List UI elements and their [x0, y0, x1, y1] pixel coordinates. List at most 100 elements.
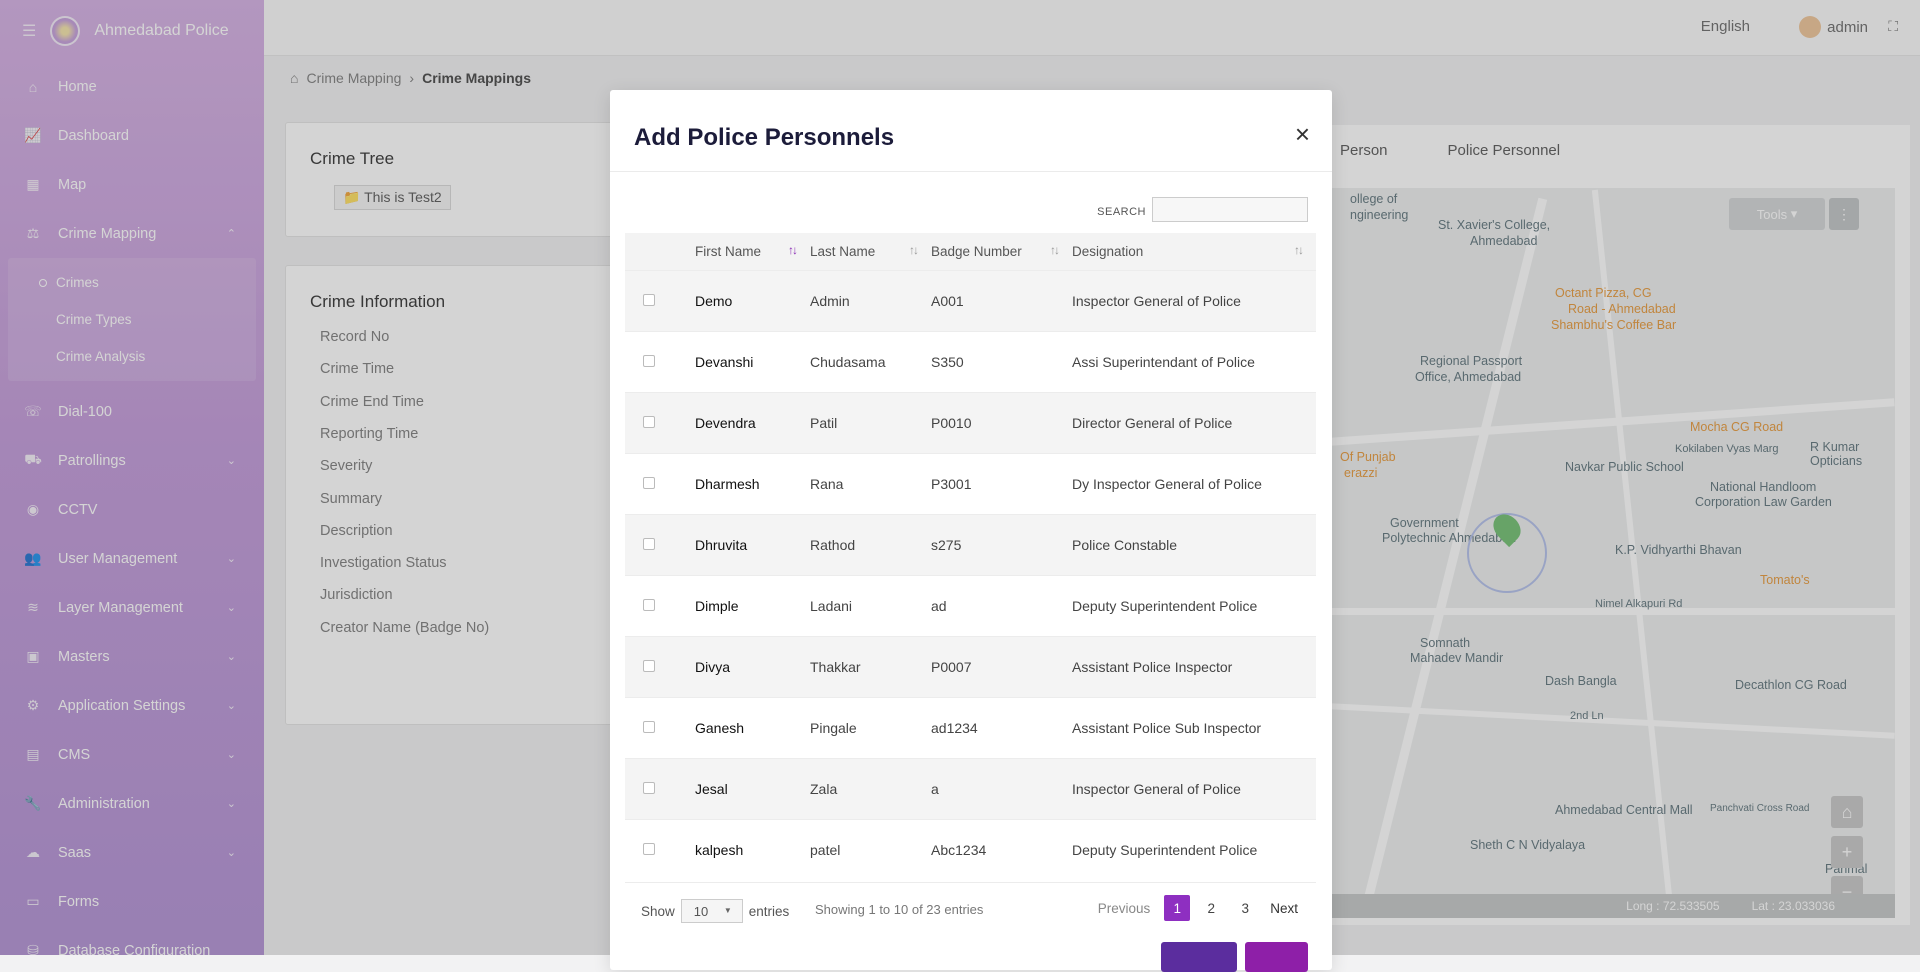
cell-designation: Director General of Police [1072, 391, 1316, 453]
page-size-control: Show 10 entries [641, 899, 789, 923]
table-row[interactable]: Ganesh Pingale ad1234 Assistant Police Sub … [625, 696, 1316, 758]
cell-badge-number: s275 [931, 513, 1072, 575]
select-cell [625, 635, 695, 697]
cell-first-name: kalpesh [695, 818, 810, 880]
table-row[interactable]: Demo Admin A001 Inspector General of Police [625, 269, 1316, 331]
cell-last-name: Thakkar [810, 635, 931, 697]
column-header-first-name[interactable]: First Name ↑↓ [695, 233, 810, 270]
cell-last-name: Patil [810, 391, 931, 453]
sort-icon[interactable]: ↑↓ [1294, 243, 1304, 257]
cell-designation: Deputy Superintendent Police [1072, 574, 1316, 636]
sort-asc-icon[interactable]: ↑↓ [788, 243, 798, 257]
cell-designation: Dy Inspector General of Police [1072, 452, 1316, 514]
cell-first-name: Divya [695, 635, 810, 697]
cell-badge-number: Abc1234 [931, 818, 1072, 880]
next-button[interactable]: Next [1270, 901, 1298, 916]
table-row[interactable]: kalpesh patel Abc1234 Deputy Superintendent… [625, 818, 1316, 880]
row-checkbox[interactable] [643, 415, 655, 428]
cancel-button[interactable] [1245, 942, 1308, 972]
table-row[interactable]: Dimple Ladani ad Deputy Superintendent Poli… [625, 574, 1316, 636]
table-info: Showing 1 to 10 of 23 entries [815, 902, 984, 917]
table-footer: Show 10 entries Showing 1 to 10 of 23 en… [625, 882, 1316, 932]
cell-last-name: Chudasama [810, 330, 931, 392]
row-checkbox[interactable] [643, 659, 655, 672]
cell-last-name: Admin [810, 269, 931, 331]
cell-first-name: Dhruvita [695, 513, 810, 575]
search-label: SEARCH [1097, 206, 1146, 218]
modal-title: Add Police Personnels [634, 124, 895, 151]
show-label: Show [641, 903, 675, 919]
page-1-button[interactable]: 1 [1164, 895, 1191, 921]
row-checkbox[interactable] [643, 476, 655, 489]
page-size-select[interactable]: 10 [680, 899, 743, 923]
cell-last-name: Pingale [810, 696, 931, 758]
previous-button[interactable]: Previous [1098, 901, 1151, 916]
cell-badge-number: P0010 [931, 391, 1072, 453]
cell-designation: Inspector General of Police [1072, 269, 1316, 331]
row-checkbox[interactable] [643, 598, 655, 611]
cell-first-name: Jesal [695, 757, 810, 819]
cell-last-name: Rana [810, 452, 931, 514]
select-cell [625, 696, 695, 758]
personnel-table: First Name ↑↓ Last Name ↑↓ Badge Number ↑↓ … [625, 233, 1316, 880]
select-cell [625, 452, 695, 514]
column-header-designation[interactable]: Designation ↑↓ [1072, 233, 1316, 270]
select-column-header [625, 233, 695, 270]
cell-first-name: Dimple [695, 574, 810, 636]
table-row[interactable]: Dhruvita Rathod s275 Police Constable [625, 513, 1316, 575]
search-input[interactable] [1152, 197, 1308, 222]
modal-header: Add Police Personnels × [610, 90, 1332, 172]
table-row[interactable]: Divya Thakkar P0007 Assistant Police Inspec… [625, 635, 1316, 697]
cell-last-name: Rathod [810, 513, 931, 575]
row-checkbox[interactable] [643, 293, 655, 306]
add-police-personnel-modal: Add Police Personnels × SEARCH First Nam… [610, 90, 1332, 972]
cell-badge-number: A001 [931, 269, 1072, 331]
row-checkbox[interactable] [643, 781, 655, 794]
entries-label: entries [748, 903, 790, 919]
table-row[interactable]: Devendra Patil P0010 Director General of Po… [625, 391, 1316, 453]
table-row[interactable]: Dharmesh Rana P3001 Dy Inspector General of… [625, 452, 1316, 514]
cell-designation: Assistant Police Sub Inspector [1072, 696, 1316, 758]
cell-badge-number: S350 [931, 330, 1072, 392]
cell-first-name: Dharmesh [695, 452, 810, 514]
row-checkbox[interactable] [643, 354, 655, 367]
select-cell [625, 574, 695, 636]
cell-first-name: Ganesh [695, 696, 810, 758]
cell-last-name: patel [810, 818, 931, 880]
select-cell [625, 818, 695, 880]
sort-icon[interactable]: ↑↓ [1050, 243, 1060, 257]
cell-badge-number: P0007 [931, 635, 1072, 697]
select-cell [625, 513, 695, 575]
row-checkbox[interactable] [643, 537, 655, 550]
cell-designation: Assistant Police Inspector [1072, 635, 1316, 697]
select-cell [625, 269, 695, 331]
select-cell [625, 330, 695, 392]
row-checkbox[interactable] [643, 720, 655, 733]
sort-icon[interactable]: ↑↓ [909, 243, 919, 257]
select-cell [625, 757, 695, 819]
cell-badge-number: ad1234 [931, 696, 1072, 758]
table-row[interactable]: Jesal Zala a Inspector General of Police [625, 757, 1316, 819]
column-header-badge-number[interactable]: Badge Number ↑↓ [931, 233, 1072, 270]
page-2-button[interactable]: 2 [1198, 895, 1224, 921]
pagination: Previous 1 2 3 Next [1098, 895, 1298, 921]
cell-badge-number: a [931, 757, 1072, 819]
cell-badge-number: ad [931, 574, 1072, 636]
cell-designation: Inspector General of Police [1072, 757, 1316, 819]
cell-first-name: Devanshi [695, 330, 810, 392]
page-3-button[interactable]: 3 [1232, 895, 1258, 921]
cell-designation: Police Constable [1072, 513, 1316, 575]
column-header-last-name[interactable]: Last Name ↑↓ [810, 233, 931, 270]
row-checkbox[interactable] [643, 842, 655, 855]
cell-first-name: Demo [695, 269, 810, 331]
cell-designation: Deputy Superintendent Police [1072, 818, 1316, 880]
cell-last-name: Zala [810, 757, 931, 819]
cell-first-name: Devendra [695, 391, 810, 453]
select-cell [625, 391, 695, 453]
close-icon[interactable]: × [1295, 121, 1310, 147]
save-button[interactable] [1161, 942, 1237, 972]
cell-badge-number: P3001 [931, 452, 1072, 514]
cell-designation: Assi Superintendant of Police [1072, 330, 1316, 392]
cell-last-name: Ladani [810, 574, 931, 636]
table-row[interactable]: Devanshi Chudasama S350 Assi Superintendant… [625, 330, 1316, 392]
